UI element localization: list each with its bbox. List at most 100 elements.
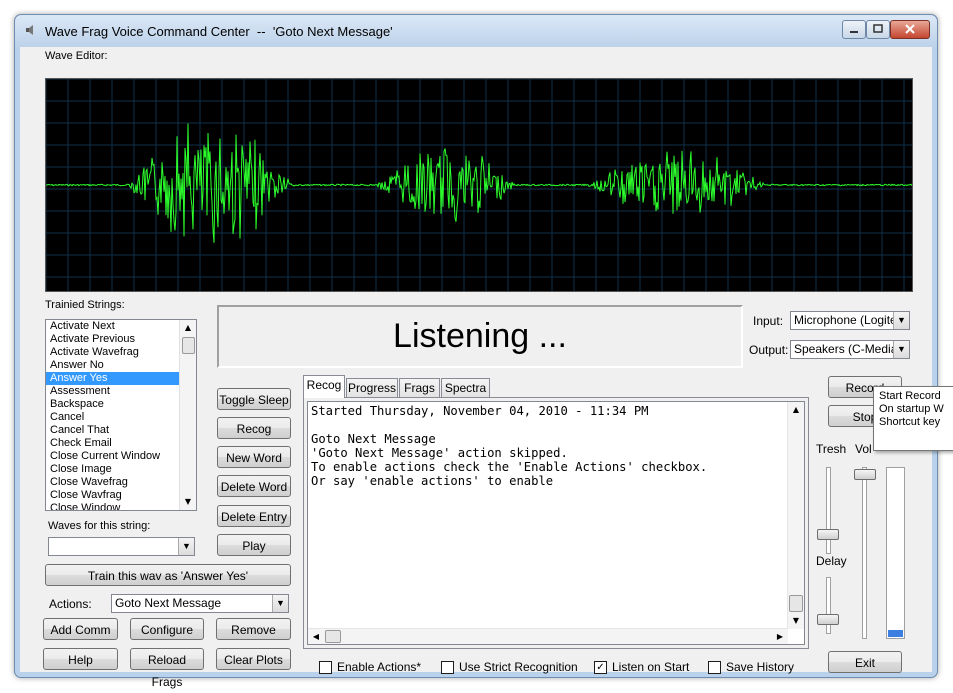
- tab-recog[interactable]: Recog: [303, 375, 345, 398]
- list-scroll-thumb[interactable]: [182, 337, 195, 354]
- scroll-down-icon[interactable]: ▼: [180, 494, 196, 510]
- listen-on-start-label[interactable]: Listen on Start: [612, 660, 689, 674]
- tresh-slider-track[interactable]: [826, 467, 831, 554]
- tooltip-line: Shortcut key: [879, 416, 941, 428]
- recog-log-text: Started Thursday, November 04, 2010 - 11…: [311, 404, 708, 488]
- vol-slider-track[interactable]: [862, 467, 867, 639]
- scroll-left-icon[interactable]: ◀: [308, 629, 324, 644]
- log-hscroll-thumb[interactable]: [325, 630, 341, 643]
- level-meter-fill: [888, 630, 903, 637]
- help-button[interactable]: Help: [43, 648, 118, 670]
- toggle-sleep-button[interactable]: Toggle Sleep: [217, 388, 291, 410]
- close-button[interactable]: [890, 20, 930, 39]
- scroll-down-icon[interactable]: ▼: [788, 613, 804, 629]
- tab-spectra[interactable]: Spectra: [441, 378, 490, 397]
- add-comm-button[interactable]: Add Comm: [43, 618, 118, 640]
- play-button[interactable]: Play: [217, 534, 291, 556]
- scroll-right-icon[interactable]: ▶: [772, 629, 788, 644]
- tab-panel-recog: Started Thursday, November 04, 2010 - 11…: [303, 397, 809, 649]
- tab-progress[interactable]: Progress: [346, 378, 398, 397]
- trained-strings-label: Trainied Strings:: [45, 299, 125, 311]
- strict-recognition-checkbox[interactable]: [441, 661, 454, 674]
- list-item[interactable]: Answer Yes: [46, 372, 196, 385]
- remove-button[interactable]: Remove: [216, 618, 291, 640]
- tresh-slider-thumb[interactable]: [817, 529, 839, 540]
- chevron-down-icon[interactable]: ▼: [893, 341, 909, 358]
- delete-entry-button[interactable]: Delete Entry: [217, 505, 291, 527]
- scroll-up-icon[interactable]: ▲: [180, 320, 196, 336]
- input-device-value: Microphone (Logitecl: [794, 313, 906, 327]
- tooltip-line: On startup W: [879, 403, 944, 415]
- actions-label: Actions:: [49, 597, 92, 611]
- exit-button[interactable]: Exit: [828, 651, 902, 673]
- trained-strings-list[interactable]: Activate Next Activate Previous Activate W…: [45, 319, 197, 511]
- list-item[interactable]: Close Wavfrag: [46, 489, 196, 502]
- chevron-down-icon[interactable]: ▼: [178, 538, 194, 555]
- window-title: Wave Frag Voice Command Center -- 'Goto …: [45, 24, 393, 39]
- tresh-label: Tresh: [816, 442, 847, 456]
- log-vscroll-thumb[interactable]: [789, 595, 803, 612]
- tab-frags[interactable]: Frags: [399, 378, 440, 397]
- reload-frags-button[interactable]: Reload Frags: [130, 648, 204, 689]
- new-word-button[interactable]: New Word: [217, 446, 291, 468]
- close-icon: [905, 24, 915, 34]
- maximize-button[interactable]: [866, 20, 890, 39]
- strict-recognition-label[interactable]: Use Strict Recognition: [459, 660, 578, 674]
- list-item[interactable]: Activate Next: [46, 320, 196, 333]
- list-items: Activate Next Activate Previous Activate W…: [46, 320, 196, 510]
- clear-plots-button[interactable]: Clear Plots: [216, 648, 291, 670]
- list-item[interactable]: Close Image: [46, 463, 196, 476]
- listen-on-start-checkbox[interactable]: ✓: [594, 661, 607, 674]
- speaker-icon: [26, 25, 33, 35]
- minimize-icon: [850, 31, 858, 33]
- list-item[interactable]: Activate Previous: [46, 333, 196, 346]
- log-hscroll[interactable]: ◀ ▶: [308, 628, 788, 644]
- scroll-up-icon[interactable]: ▲: [788, 402, 804, 418]
- wave-editor[interactable]: [45, 78, 913, 292]
- list-item[interactable]: Close Window: [46, 502, 196, 510]
- minimize-button[interactable]: [842, 20, 866, 39]
- list-item[interactable]: Assessment: [46, 385, 196, 398]
- input-label: Input:: [753, 314, 784, 328]
- main-window: Wave Frag Voice Command Center -- 'Goto …: [14, 14, 938, 689]
- train-wav-button[interactable]: Train this wav as 'Answer Yes': [45, 564, 291, 586]
- list-item[interactable]: Check Email: [46, 437, 196, 450]
- list-item[interactable]: Close Current Window: [46, 450, 196, 463]
- delay-label: Delay: [816, 554, 847, 568]
- output-device-combo[interactable]: Speakers (C-Media C ▼: [790, 340, 910, 359]
- vol-slider-thumb[interactable]: [854, 469, 876, 480]
- tooltip-line: Start Record: [879, 390, 941, 402]
- list-item[interactable]: Cancel: [46, 411, 196, 424]
- output-label: Output:: [749, 343, 789, 357]
- status-display: Listening ...: [217, 305, 743, 368]
- configure-button[interactable]: Configure: [130, 618, 204, 640]
- client-area: Wave Editor: Trainied Strings: Activate …: [20, 47, 932, 689]
- recog-log[interactable]: Started Thursday, November 04, 2010 - 11…: [307, 401, 805, 645]
- list-item[interactable]: Answer No: [46, 359, 196, 372]
- list-item[interactable]: Cancel That: [46, 424, 196, 437]
- actions-combo[interactable]: Goto Next Message ▼: [111, 594, 289, 613]
- chevron-down-icon[interactable]: ▼: [272, 595, 288, 612]
- level-meter: [886, 467, 905, 639]
- input-device-combo[interactable]: Microphone (Logitecl ▼: [790, 311, 910, 330]
- save-history-checkbox[interactable]: [708, 661, 721, 674]
- enable-actions-label[interactable]: Enable Actions*: [337, 660, 421, 674]
- chevron-down-icon[interactable]: ▼: [893, 312, 909, 329]
- delete-word-button[interactable]: Delete Word: [217, 475, 291, 497]
- delay-slider-thumb[interactable]: [817, 614, 839, 625]
- recog-button[interactable]: Recog: [217, 417, 291, 439]
- list-item[interactable]: Close Wavefrag: [46, 476, 196, 489]
- list-item[interactable]: Backspace: [46, 398, 196, 411]
- waves-combo[interactable]: ▼: [48, 537, 195, 556]
- save-history-label[interactable]: Save History: [726, 660, 794, 674]
- enable-actions-checkbox[interactable]: [319, 661, 332, 674]
- title-bar[interactable]: Wave Frag Voice Command Center -- 'Goto …: [15, 15, 937, 47]
- checkmark-icon: ✓: [596, 662, 605, 673]
- maximize-icon: [873, 24, 883, 33]
- log-vscroll[interactable]: ▲ ▼: [787, 402, 804, 629]
- list-scrollbar[interactable]: ▲ ▼: [179, 320, 196, 510]
- vol-label: Vol: [855, 442, 872, 456]
- list-item[interactable]: Activate Wavefrag: [46, 346, 196, 359]
- delay-slider-track[interactable]: [826, 577, 831, 634]
- wave-editor-label: Wave Editor:: [45, 50, 108, 62]
